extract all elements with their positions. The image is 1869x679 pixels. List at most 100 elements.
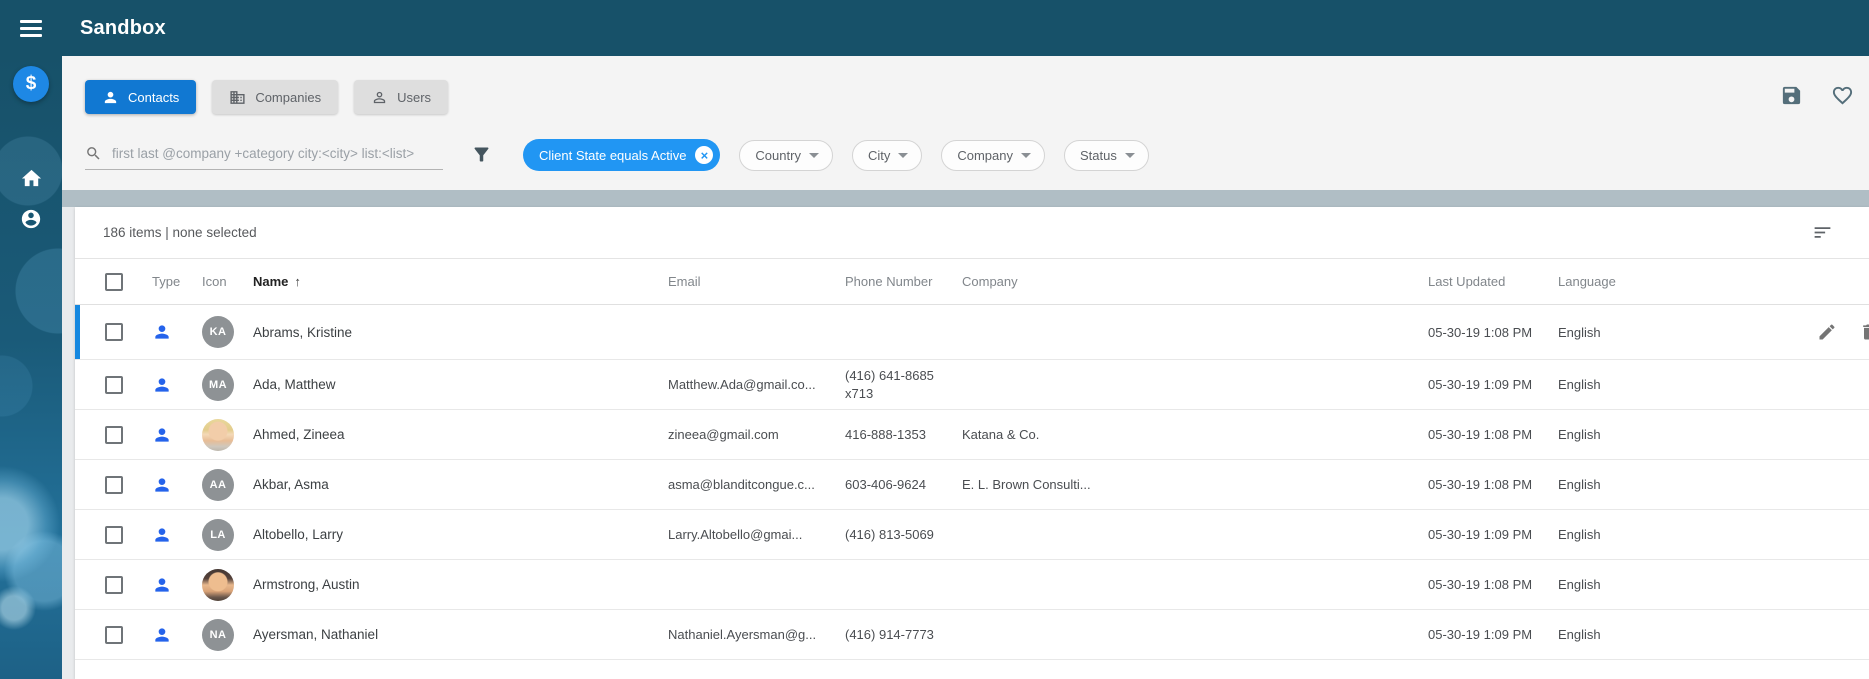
tab-label: Companies (255, 90, 321, 105)
person-icon (102, 89, 119, 106)
tab-companies[interactable]: Companies (212, 80, 338, 114)
filter-dropdown-country[interactable]: Country (739, 140, 833, 171)
sidebar: $ (0, 56, 62, 679)
table-row[interactable]: AA Akbar, Asma asma@blanditcongue.c... 6… (75, 460, 1869, 510)
avatar: KA (202, 316, 234, 348)
filter-funnel-icon[interactable] (471, 144, 492, 165)
tab-label: Contacts (128, 90, 179, 105)
tab-users[interactable]: Users (354, 80, 448, 114)
contact-type-icon (152, 375, 202, 395)
chip-label: Status (1080, 148, 1117, 163)
floppy-save-icon (1780, 84, 1803, 107)
column-header-language[interactable]: Language (1558, 274, 1658, 289)
contact-type-icon (152, 425, 202, 445)
contact-name[interactable]: Akbar, Asma (253, 477, 668, 492)
contact-language: English (1558, 527, 1658, 542)
sidebar-item-account[interactable] (0, 202, 62, 236)
page-title: Sandbox (80, 17, 166, 40)
table-summary-row: 186 items | none selected (75, 207, 1869, 259)
sidebar-item-sales[interactable]: $ (13, 66, 49, 102)
chevron-down-icon (898, 153, 908, 158)
avatar: AA (202, 469, 234, 501)
row-actions (1658, 322, 1869, 342)
contact-type-icon (152, 525, 202, 545)
row-checkbox[interactable] (105, 476, 123, 494)
row-checkbox[interactable] (105, 576, 123, 594)
row-checkbox[interactable] (105, 376, 123, 394)
table-row[interactable]: KA Abrams, Kristine 05-30-19 1:08 PM Eng… (75, 305, 1869, 360)
column-header-company[interactable]: Company (962, 274, 1428, 289)
contact-updated: 05-30-19 1:08 PM (1428, 577, 1558, 592)
topbar: Sandbox (0, 0, 1869, 56)
contact-name[interactable]: Ahmed, Zineea (253, 427, 668, 442)
contact-updated: 05-30-19 1:08 PM (1428, 325, 1558, 340)
search-icon (85, 145, 102, 162)
contact-name[interactable]: Ayersman, Nathaniel (253, 627, 668, 642)
search-row (85, 138, 492, 170)
filter-dropdown-city[interactable]: City (852, 140, 922, 171)
active-filter-chip[interactable]: Client State equals Active × (523, 139, 720, 171)
items-summary: 186 items | none selected (103, 225, 257, 240)
view-actions (1780, 84, 1854, 107)
delete-button[interactable] (1859, 322, 1869, 342)
contact-phone: 416-888-1353 (845, 427, 962, 442)
contact-email: Larry.Altobello@gmai... (668, 527, 845, 542)
chevron-down-icon (809, 153, 819, 158)
row-checkbox[interactable] (105, 426, 123, 444)
contact-email: asma@blanditcongue.c... (668, 477, 845, 492)
tab-contacts[interactable]: Contacts (85, 80, 196, 114)
contact-email: Nathaniel.Ayersman@g... (668, 627, 845, 642)
column-header-phone[interactable]: Phone Number (845, 274, 962, 289)
edit-button[interactable] (1817, 322, 1837, 342)
contact-updated: 05-30-19 1:08 PM (1428, 427, 1558, 442)
contact-name[interactable]: Abrams, Kristine (253, 325, 668, 340)
heart-outline-icon (1831, 84, 1854, 107)
contact-language: English (1558, 427, 1658, 442)
column-header-name[interactable]: Name↑ (253, 274, 668, 289)
active-filter-label: Client State equals Active (539, 148, 686, 163)
column-header-icon[interactable]: Icon (202, 274, 253, 289)
table-row[interactable]: MA Ada, Matthew Matthew.Ada@gmail.co... … (75, 360, 1869, 410)
contact-type-icon (152, 475, 202, 495)
favorite-button[interactable] (1831, 84, 1854, 107)
contact-language: English (1558, 477, 1658, 492)
table-row[interactable]: NA Ayersman, Nathaniel Nathaniel.Ayersma… (75, 610, 1869, 660)
select-all-checkbox[interactable] (105, 273, 123, 291)
contact-name[interactable]: Ada, Matthew (253, 377, 668, 392)
column-header-type[interactable]: Type (152, 274, 202, 289)
filter-dropdown-status[interactable]: Status (1064, 140, 1149, 171)
account-circle-icon (20, 208, 42, 230)
column-header-email[interactable]: Email (668, 274, 845, 289)
search-field-wrap (85, 138, 443, 170)
search-input[interactable] (110, 139, 443, 169)
sidebar-item-home[interactable] (0, 161, 62, 195)
contact-updated: 05-30-19 1:08 PM (1428, 477, 1558, 492)
trash-icon (1859, 322, 1869, 342)
table-row[interactable]: LA Altobello, Larry Larry.Altobello@gmai… (75, 510, 1869, 560)
column-header-updated[interactable]: Last Updated (1428, 274, 1558, 289)
filter-dropdown-company[interactable]: Company (941, 140, 1045, 171)
contact-company: Katana & Co. (962, 427, 1428, 442)
chip-label: Country (755, 148, 801, 163)
table-row[interactable]: Ahmed, Zineea zineea@gmail.com 416-888-1… (75, 410, 1869, 460)
row-checkbox[interactable] (105, 626, 123, 644)
contact-type-icon (152, 575, 202, 595)
person-outline-icon (371, 89, 388, 106)
table-body: KA Abrams, Kristine 05-30-19 1:08 PM Eng… (75, 305, 1869, 660)
avatar: LA (202, 519, 234, 551)
chip-label: City (868, 148, 890, 163)
phone-ext: x713 (845, 386, 948, 401)
contact-name[interactable]: Altobello, Larry (253, 527, 668, 542)
contact-phone: 603-406-9624 (845, 477, 962, 492)
save-view-button[interactable] (1780, 84, 1803, 107)
contact-name[interactable]: Armstrong, Austin (253, 577, 668, 592)
row-checkbox[interactable] (105, 526, 123, 544)
menu-icon[interactable] (0, 0, 62, 56)
sort-lines-icon[interactable] (1812, 222, 1833, 243)
remove-filter-icon[interactable]: × (695, 146, 713, 164)
contact-language: English (1558, 577, 1658, 592)
row-checkbox[interactable] (105, 323, 123, 341)
contact-company: E. L. Brown Consulti... (962, 477, 1428, 492)
contact-updated: 05-30-19 1:09 PM (1428, 527, 1558, 542)
table-row[interactable]: Armstrong, Austin 05-30-19 1:08 PM Engli… (75, 560, 1869, 610)
